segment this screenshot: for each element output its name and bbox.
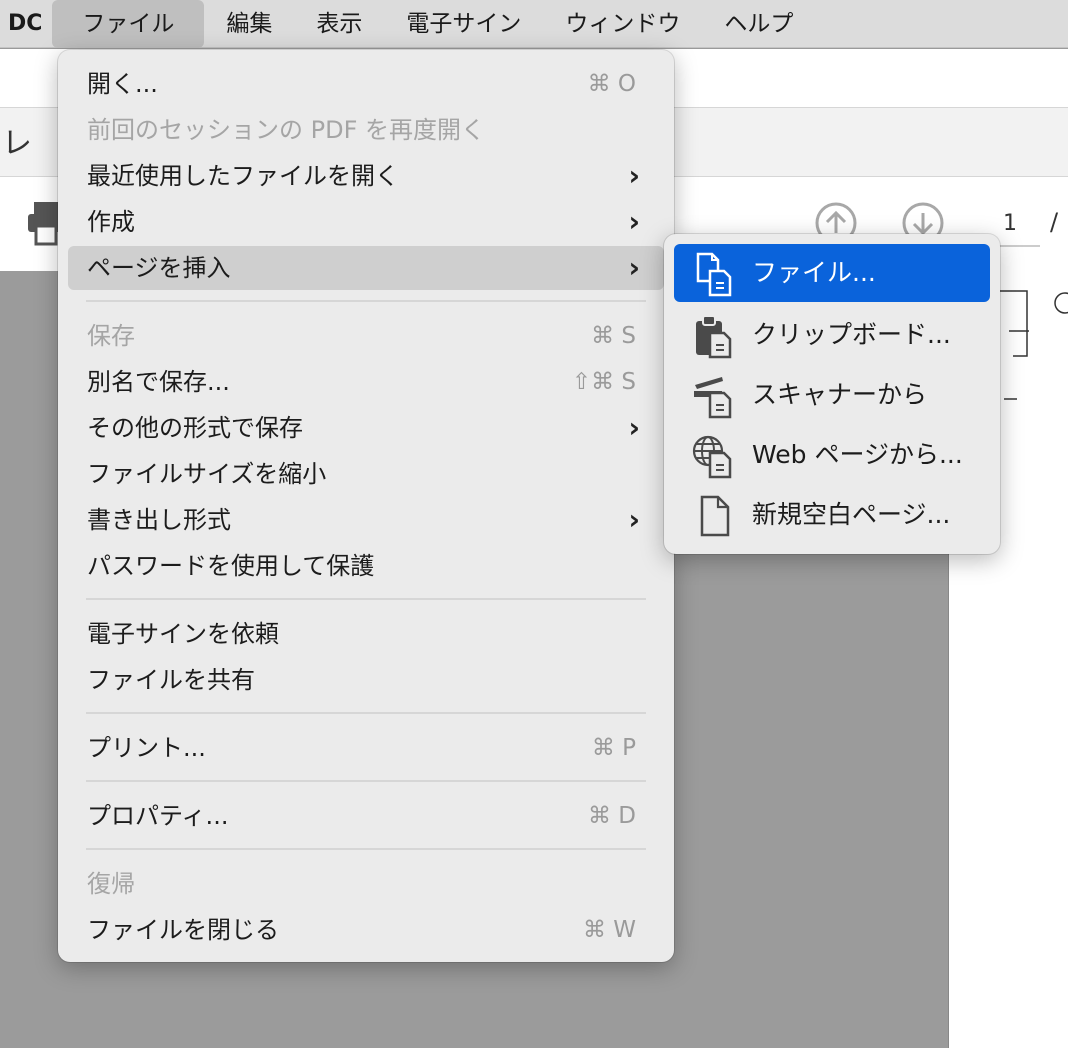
menu-item-label: パスワードを使用して保護 xyxy=(87,552,375,580)
submenu-item-blank-page[interactable]: 新規空白ページ... xyxy=(674,486,990,544)
menu-item-label: 書き出し形式 xyxy=(87,506,231,534)
submenu-item-label: スキャナーから xyxy=(752,380,928,409)
blank-page-icon xyxy=(700,495,730,537)
submenu-item-scanner[interactable]: スキャナーから xyxy=(674,366,990,424)
menu-item-label: プリント... xyxy=(87,734,206,762)
menubar-view[interactable]: 表示 xyxy=(294,0,384,48)
menu-separator xyxy=(86,848,646,850)
chevron-right-icon: › xyxy=(628,251,640,284)
menu-item-save-as-other[interactable]: その他の形式で保存 › xyxy=(68,406,664,450)
chevron-right-icon: › xyxy=(628,205,640,238)
tab-label-fragment[interactable]: レ xyxy=(2,118,32,162)
submenu-item-label: クリップボード... xyxy=(752,320,951,349)
shortcut-label: ⌘ O xyxy=(587,71,636,97)
menu-item-request-esign[interactable]: 電子サインを依頼 xyxy=(68,612,664,656)
menu-item-properties[interactable]: プロパティ... ⌘ D xyxy=(68,794,664,838)
menu-item-label: 前回のセッションの PDF を再度開く xyxy=(87,116,486,144)
menubar-edit[interactable]: 編集 xyxy=(204,0,294,48)
menu-item-protect-password[interactable]: パスワードを使用して保護 xyxy=(68,544,664,588)
submenu-item-web-page[interactable]: Web ページから... xyxy=(674,426,990,484)
submenu-item-clipboard[interactable]: クリップボード... xyxy=(674,306,990,364)
insert-file-icon xyxy=(696,252,732,297)
shortcut-label: ⌘ D xyxy=(587,803,636,829)
menu-item-label: 保存 xyxy=(87,322,135,350)
menu-item-label: ファイルサイズを縮小 xyxy=(87,460,327,488)
menu-item-label: ページを挿入 xyxy=(87,254,231,282)
menu-item-revert: 復帰 xyxy=(68,862,664,906)
menu-item-label: 最近使用したファイルを開く xyxy=(87,162,399,190)
menu-item-save-as[interactable]: 別名で保存... ⇧⌘ S xyxy=(68,360,664,404)
menu-item-open-recent[interactable]: 最近使用したファイルを開く › xyxy=(68,154,664,198)
chevron-right-icon: › xyxy=(628,503,640,536)
menu-separator xyxy=(86,598,646,600)
menu-item-label: 復帰 xyxy=(87,870,135,898)
submenu-item-label: Web ページから... xyxy=(752,440,963,469)
submenu-item-file[interactable]: ファイル... xyxy=(674,244,990,302)
menu-item-open[interactable]: 開く... ⌘ O xyxy=(68,62,664,106)
menu-item-label: 別名で保存... xyxy=(87,368,230,396)
menu-item-save: 保存 ⌘ S xyxy=(68,314,664,358)
menu-separator xyxy=(86,300,646,302)
menubar-help[interactable]: ヘルプ xyxy=(702,0,815,48)
shortcut-label: ⌘ P xyxy=(591,735,636,761)
menubar-window[interactable]: ウィンドウ xyxy=(543,0,702,48)
clipboard-icon xyxy=(696,315,732,359)
page-separator: / xyxy=(1050,208,1059,236)
chevron-right-icon: › xyxy=(628,159,640,192)
menu-item-insert-pages[interactable]: ページを挿入 › xyxy=(68,246,664,290)
insert-pages-submenu: ファイル... クリップボード... スキャナーから Web ページから... xyxy=(664,234,1000,554)
menu-item-label: プロパティ... xyxy=(87,802,229,830)
menu-item-label: 作成 xyxy=(87,208,135,236)
shortcut-label: ⇧⌘ S xyxy=(571,369,636,395)
shortcut-label: ⌘ S xyxy=(591,323,636,349)
menu-item-label: ファイルを閉じる xyxy=(87,916,279,944)
menu-item-label: 電子サインを依頼 xyxy=(87,620,279,648)
shortcut-label: ⌘ W xyxy=(582,917,636,943)
menu-item-label: ファイルを共有 xyxy=(87,666,255,694)
menu-bar: DC ファイル 編集 表示 電子サイン ウィンドウ ヘルプ xyxy=(0,0,1068,48)
menu-separator xyxy=(86,712,646,714)
menubar-file[interactable]: ファイル xyxy=(52,0,205,48)
app-name[interactable]: DC xyxy=(0,11,56,36)
menu-item-share-file[interactable]: ファイルを共有 xyxy=(68,658,664,702)
menu-item-export[interactable]: 書き出し形式 › xyxy=(68,498,664,542)
globe-icon xyxy=(692,435,732,479)
menu-item-label: 開く... xyxy=(87,70,158,98)
menu-item-close-file[interactable]: ファイルを閉じる ⌘ W xyxy=(68,908,664,952)
menu-separator xyxy=(86,780,646,782)
menu-item-reopen-session: 前回のセッションの PDF を再度開く xyxy=(68,108,664,152)
file-menu: 開く... ⌘ O 前回のセッションの PDF を再度開く 最近使用したファイル… xyxy=(58,50,674,962)
scanner-icon xyxy=(694,377,732,419)
menu-item-reduce-size[interactable]: ファイルサイズを縮小 xyxy=(68,452,664,496)
menu-item-create[interactable]: 作成 › xyxy=(68,200,664,244)
menu-item-label: その他の形式で保存 xyxy=(87,414,303,442)
submenu-item-label: 新規空白ページ... xyxy=(752,500,951,529)
submenu-item-label: ファイル... xyxy=(752,258,876,287)
menubar-esign[interactable]: 電子サイン xyxy=(384,0,543,48)
chevron-right-icon: › xyxy=(628,411,640,444)
menu-item-print[interactable]: プリント... ⌘ P xyxy=(68,726,664,770)
